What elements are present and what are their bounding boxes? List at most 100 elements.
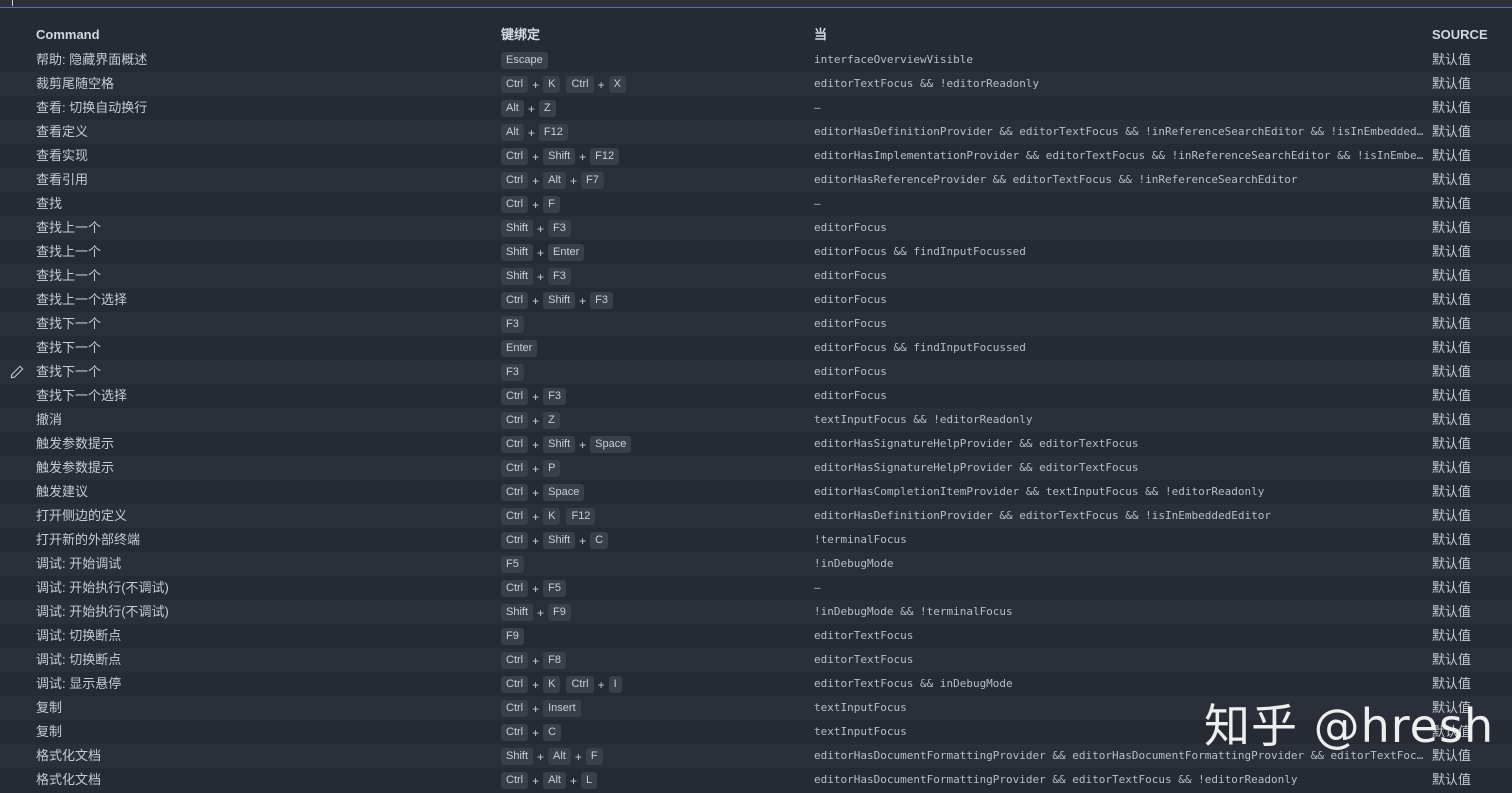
table-row[interactable]: 查看: 切换自动换行 Alt + Z — 默认值 [0, 96, 1512, 120]
keybinding-cell: Alt + Z [501, 96, 801, 121]
table-row[interactable]: 打开侧边的定义 Ctrl + K F12 editorHasDefinitionProvi… [0, 504, 1512, 528]
plus-separator: + [569, 773, 577, 788]
key-label: F9 [501, 628, 524, 646]
column-header-source[interactable]: SOURCE [1432, 22, 1512, 48]
key-chord: Ctrl + P [501, 456, 561, 481]
command-cell: 帮助: 隐藏界面概述 [36, 52, 148, 67]
key-label: Ctrl [501, 460, 529, 478]
key-label: Ctrl [501, 196, 529, 214]
source-cell: 默认值 [1432, 604, 1472, 619]
keybinding-cell: F3 [501, 312, 801, 336]
table-row[interactable]: 查找下一个 F3 editorFocus 默认值 [0, 360, 1512, 384]
source-cell: 默认值 [1432, 436, 1472, 451]
table-row[interactable]: 查找 Ctrl + F — 默认值 [0, 192, 1512, 216]
key-label: F3 [501, 364, 524, 382]
command-cell: 触发参数提示 [36, 436, 115, 451]
plus-separator: + [537, 605, 545, 620]
table-row[interactable]: 查找下一个选择 Ctrl + F3 editorFocus 默认值 [0, 384, 1512, 408]
table-row[interactable]: 查看实现 Ctrl + Shift + F12 editorHasImplementatio… [0, 144, 1512, 168]
key-label: Ctrl [501, 772, 529, 790]
plus-separator: + [532, 581, 540, 596]
key-chord: F12 [566, 504, 596, 528]
key-label: Ctrl [566, 676, 594, 694]
table-row[interactable]: 查找上一个选择 Ctrl + Shift + F3 editorFocus 默认值 [0, 288, 1512, 312]
table-row[interactable]: 复制 Ctrl + CtextInputFocus 默认值 [0, 720, 1512, 744]
keybinding-cell: Ctrl + K Ctrl + I [501, 672, 801, 697]
keybinding-cell: Ctrl + C [501, 720, 801, 745]
table-row[interactable]: 查找下一个 F3 editorFocus 默认值 [0, 312, 1512, 336]
key-label: Shift [543, 436, 576, 454]
table-row[interactable]: 调试: 开始调试 F5 !inDebugMode 默认值 [0, 552, 1512, 576]
table-row[interactable]: 查找下一个 Enter editorFocus && findInputFocuss… [0, 336, 1512, 360]
source-cell: 默认值 [1432, 508, 1472, 523]
column-header-keybinding[interactable]: 键绑定 [501, 22, 801, 48]
key-label: Shift [501, 220, 534, 238]
table-row[interactable]: 撤消 Ctrl + ZtextInputFocus && !editorReadonl… [0, 408, 1512, 432]
source-cell: 默认值 [1432, 244, 1472, 259]
when-cell: editorFocus [814, 317, 887, 330]
key-label: Ctrl [566, 76, 594, 94]
command-cell: 调试: 显示悬停 [36, 676, 122, 691]
table-row[interactable]: 调试: 显示悬停 Ctrl + K Ctrl + IeditorTextFocus && i… [0, 672, 1512, 696]
table-row[interactable]: 调试: 切换断点 Ctrl + F8 editorTextFocus 默认值 [0, 648, 1512, 672]
column-header-when[interactable]: 当 [814, 22, 1426, 48]
source-cell: 默认值 [1432, 532, 1472, 547]
command-cell: 查找上一个 [36, 268, 102, 283]
source-cell: 默认值 [1432, 556, 1472, 571]
plus-separator: + [579, 149, 587, 164]
keybinding-cell: Ctrl + Shift + C [501, 528, 801, 553]
table-row[interactable]: 查看引用 Ctrl + Alt + F7 editorHasReferenceProvide… [0, 168, 1512, 192]
key-label: Ctrl [501, 508, 529, 526]
table-row[interactable]: 格式化文档 Ctrl + Alt + LeditorHasDocumentFormatti… [0, 768, 1512, 792]
edit-keybinding-icon[interactable] [10, 365, 24, 379]
key-label: Alt [548, 748, 571, 766]
key-label: Shift [543, 292, 576, 310]
key-label: F [543, 196, 560, 214]
source-cell: 默认值 [1432, 172, 1472, 187]
command-cell: 查看实现 [36, 148, 89, 163]
table-row[interactable]: 查看定义 Alt + F12 editorHasDefinitionProvider &… [0, 120, 1512, 144]
table-row[interactable]: 调试: 切换断点 F9 editorTextFocus 默认值 [0, 624, 1512, 648]
table-row[interactable]: 格式化文档 Shift + Alt + FeditorHasDocumentFormatt… [0, 744, 1512, 768]
table-row[interactable]: 复制 Ctrl + Insert textInputFocus 默认值 [0, 696, 1512, 720]
table-header: Command 键绑定 当 SOURCE [0, 22, 1512, 48]
key-label: F5 [543, 580, 566, 598]
table-row[interactable]: 查找上一个 Shift + F3 editorFocus 默认值 [0, 264, 1512, 288]
command-cell: 查找 [36, 196, 63, 211]
when-cell: !terminalFocus [814, 533, 907, 546]
table-row[interactable]: 打开新的外部终端 Ctrl + Shift + C !terminalFocus 默认值 [0, 528, 1512, 552]
keybinding-cell: Alt + F12 [501, 120, 801, 145]
table-row[interactable]: 触发参数提示 Ctrl + Shift + Space editorHasSignature… [0, 432, 1512, 456]
source-cell: 默认值 [1432, 388, 1472, 403]
table-row[interactable]: 触发建议 Ctrl + Space editorHasCompletionItemPro… [0, 480, 1512, 504]
source-cell: 默认值 [1432, 196, 1472, 211]
table-row[interactable]: 调试: 开始执行(不调试) Shift + F9 !inDebugMode && !te… [0, 600, 1512, 624]
key-chord: Escape [501, 48, 548, 72]
key-label: Enter [501, 340, 538, 358]
table-row[interactable]: 查找上一个 Shift + Enter editorFocus && findInput… [0, 240, 1512, 264]
key-label: I [608, 676, 622, 694]
when-cell: — [814, 581, 821, 594]
command-cell: 查找上一个 [36, 244, 102, 259]
when-cell: editorFocus && findInputFocussed [814, 341, 1026, 354]
table-row[interactable]: 帮助: 隐藏界面概述 Escape interfaceOverviewVisible… [0, 48, 1512, 72]
plus-separator: + [527, 125, 535, 140]
text-caret [12, 0, 13, 6]
plus-separator: + [532, 461, 540, 476]
keybinding-cell: Ctrl + Alt + F7 [501, 168, 801, 193]
when-cell: editorHasImplementationProvider && edito… [814, 149, 1426, 162]
table-row[interactable]: 触发参数提示 Ctrl + PeditorHasSignatureHelpProvid… [0, 456, 1512, 480]
key-label: Ctrl [501, 436, 529, 454]
table-row[interactable]: 裁剪尾随空格 Ctrl + K Ctrl + XeditorTextFocus && !ed… [0, 72, 1512, 96]
table-row[interactable]: 调试: 开始执行(不调试) Ctrl + F5 — 默认值 [0, 576, 1512, 600]
search-keybindings-input[interactable] [0, 0, 1512, 8]
column-header-command[interactable]: Command [36, 22, 486, 48]
key-label: Alt [543, 172, 566, 190]
source-cell: 默认值 [1432, 772, 1472, 787]
source-cell: 默认值 [1432, 748, 1472, 763]
table-row[interactable]: 查找上一个 Shift + F3 editorFocus 默认值 [0, 216, 1512, 240]
plus-separator: + [532, 173, 540, 188]
command-cell: 查找上一个选择 [36, 292, 128, 307]
plus-separator: + [532, 413, 540, 428]
key-label: X [608, 76, 626, 94]
